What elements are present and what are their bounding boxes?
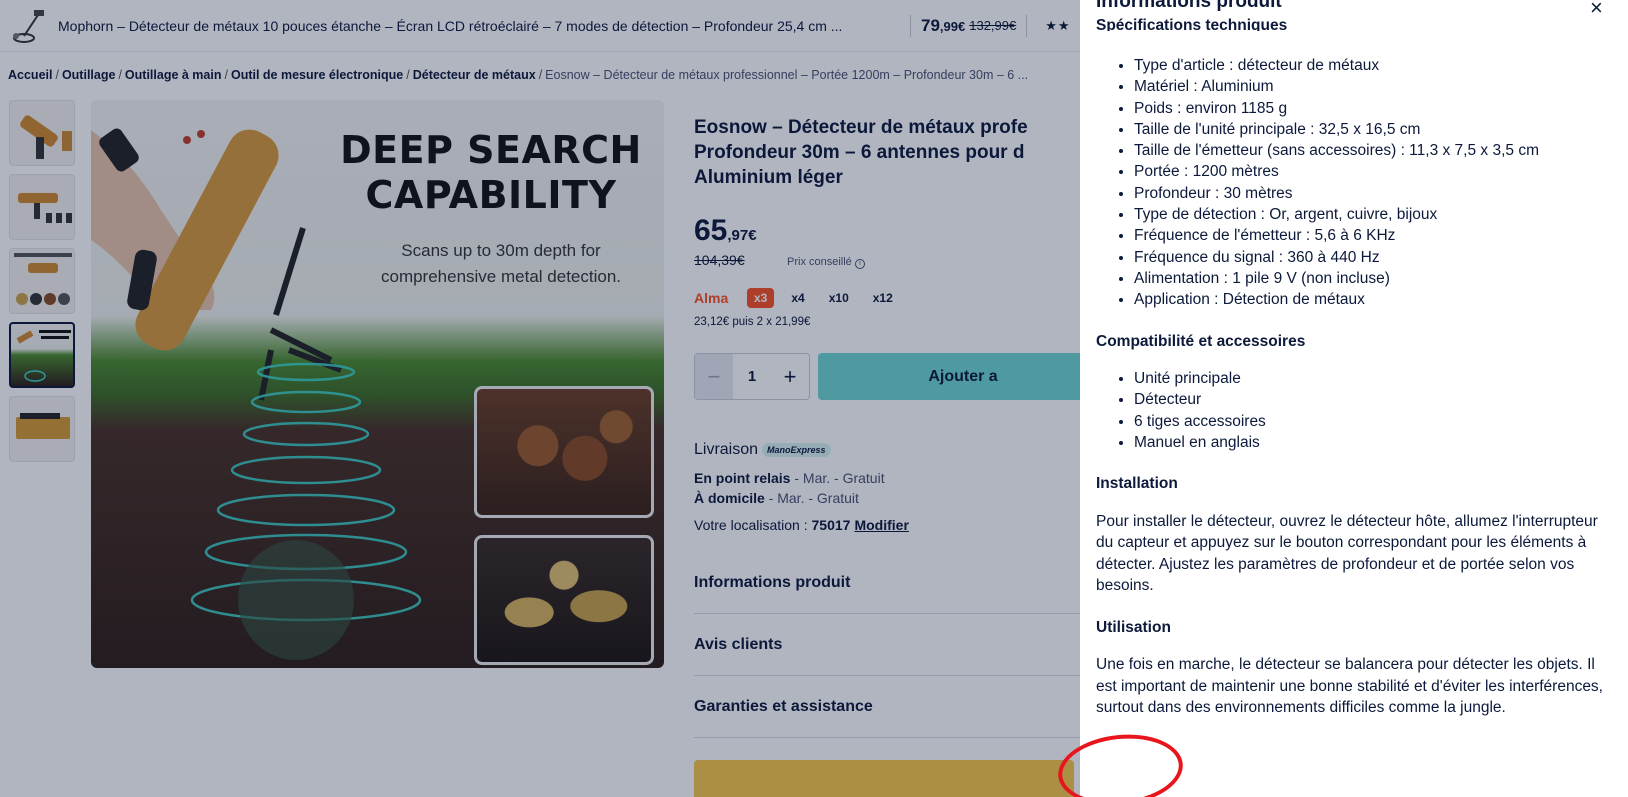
list-item: Fréquence de l'émetteur : 5,6 à 6 KHz [1134,225,1616,246]
installation-text: Pour installer le détecteur, ouvrez le d… [1096,512,1598,595]
specs-list: Type d'article : détecteur de métaux Mat… [1096,55,1616,311]
compat-list: Unité principale Détecteur 6 tiges acces… [1096,368,1616,453]
section-heading-specs: Spécifications techniques [1096,17,1288,31]
section-heading-compat: Compatibilité et accessoires [1096,332,1306,350]
list-item: Matériel : Aluminium [1134,76,1616,97]
list-item: Unité principale [1134,368,1616,389]
list-item: Type d'article : détecteur de métaux [1134,55,1616,76]
list-item: Fréquence du signal : 360 à 440 Hz [1134,247,1616,268]
product-info-panel: Informations produit × Spécifications te… [1080,0,1628,797]
list-item: Détecteur [1134,389,1616,410]
section-heading-installation: Installation [1096,475,1178,493]
list-item: Taille de l'unité principale : 32,5 x 16… [1134,119,1616,140]
panel-content[interactable]: Spécifications techniques Type d'article… [1096,17,1616,719]
list-item: Profondeur : 30 mètres [1134,183,1616,204]
list-item: Type de détection : Or, argent, cuivre, … [1134,204,1616,225]
usage-text: Une fois en marche, le détecteur se bala… [1096,656,1603,717]
list-item: Application : Détection de métaux [1134,289,1616,310]
section-heading-utilisation: Utilisation [1096,618,1171,636]
list-item: Taille de l'émetteur (sans accessoires) … [1134,140,1616,161]
list-item: Manuel en anglais [1134,432,1616,453]
list-item: Alimentation : 1 pile 9 V (non incluse) [1134,268,1616,289]
list-item: Portée : 1200 mètres [1134,161,1616,182]
panel-title: Informations produit [1096,0,1282,12]
list-item: Poids : environ 1185 g [1134,98,1616,119]
list-item: 6 tiges accessoires [1134,411,1616,432]
